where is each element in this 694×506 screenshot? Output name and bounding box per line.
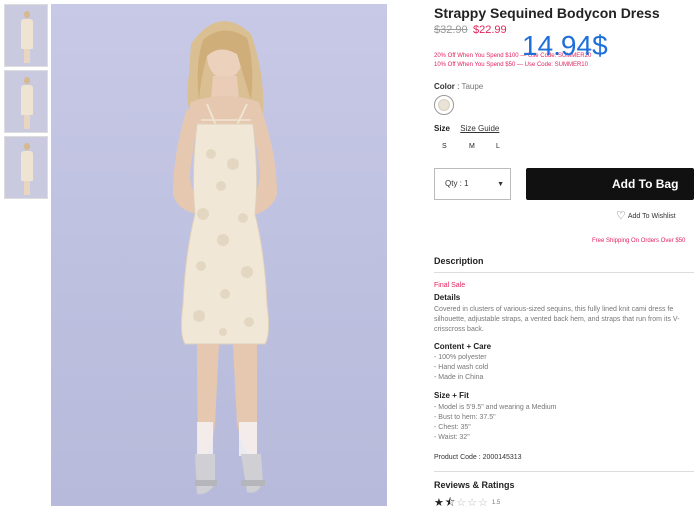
promo-line-2: 10% Off When You Spend $50 — Use Code: S… xyxy=(434,62,588,68)
quantity-value: Qty : 1 xyxy=(445,179,469,188)
size-fit-heading: Size + Fit xyxy=(434,391,469,400)
divider xyxy=(434,272,694,273)
color-label: Color xyxy=(434,82,455,91)
size-option-m[interactable]: M xyxy=(469,143,475,150)
wishlist-label: Add To Wishlist xyxy=(627,213,676,220)
content-care-heading: Content + Care xyxy=(434,342,492,351)
rating-count: 1.5 xyxy=(491,500,501,506)
star-icon: ★ xyxy=(434,497,445,506)
add-to-bag-button[interactable]: Add To Bag xyxy=(526,168,694,200)
divider xyxy=(434,471,694,472)
content-care-list: - 100% polyester - Hand wash cold - Made… xyxy=(434,354,489,381)
size-option-l[interactable]: L xyxy=(496,143,500,150)
thumbnail-front[interactable] xyxy=(4,4,48,67)
original-price: $32.90 xyxy=(434,24,468,36)
product-title: Strappy Sequined Bodycon Dress xyxy=(434,5,660,21)
overlay-price-annotation: 14.94$ xyxy=(522,30,608,61)
quantity-select[interactable]: Qty : 1 ▼ xyxy=(434,168,511,200)
thumbnail-figure xyxy=(21,143,33,195)
main-product-image[interactable] xyxy=(51,4,387,506)
star-icon: ☆ xyxy=(456,497,468,506)
star-rating: ★⯪☆☆☆ 1.5 xyxy=(434,494,500,506)
color-value: Taupe xyxy=(461,82,484,91)
color-row: Color : Taupe xyxy=(434,82,484,91)
model-illustration xyxy=(173,21,277,495)
star-icon: ☆ xyxy=(478,497,489,506)
details-text: Covered in clusters of various-sized seq… xyxy=(434,306,680,333)
size-option-s[interactable]: S xyxy=(442,143,447,150)
star-icons: ★⯪☆☆☆ xyxy=(434,497,489,506)
color-swatch-taupe[interactable] xyxy=(434,95,454,115)
size-guide-link[interactable]: Size Guide xyxy=(460,124,499,133)
size-label: Size xyxy=(434,124,451,133)
add-to-wishlist-link[interactable]: ♡ Add To Wishlist xyxy=(616,209,676,222)
product-info-panel: Strappy Sequined Bodycon Dress $32.90 $2… xyxy=(434,0,694,506)
final-sale-label: Final Sale xyxy=(434,282,466,289)
thumbnail-back[interactable] xyxy=(4,136,48,199)
size-row: Size Size Guide xyxy=(434,124,499,133)
description-heading[interactable]: Description xyxy=(434,256,484,266)
product-code: Product Code : 2000145313 xyxy=(434,454,522,461)
free-shipping-note: Free Shipping On Orders Over $50 xyxy=(592,238,686,244)
heart-icon: ♡ xyxy=(616,210,626,222)
chevron-down-icon: ▼ xyxy=(497,181,504,188)
details-heading: Details xyxy=(434,293,461,302)
thumbnail-figure xyxy=(21,77,33,129)
swatch-fill xyxy=(438,99,450,111)
thumbnail-side[interactable] xyxy=(4,70,48,133)
star-icon: ⯪ xyxy=(444,497,457,506)
star-icon: ☆ xyxy=(467,497,479,506)
size-fit-list: - Model is 5'9.5" and wearing a Medium -… xyxy=(434,404,557,441)
thumbnail-strip xyxy=(4,4,48,202)
sale-price: $22.99 xyxy=(473,24,507,36)
thumbnail-figure xyxy=(21,11,33,63)
reviews-heading[interactable]: Reviews & Ratings xyxy=(434,480,515,490)
